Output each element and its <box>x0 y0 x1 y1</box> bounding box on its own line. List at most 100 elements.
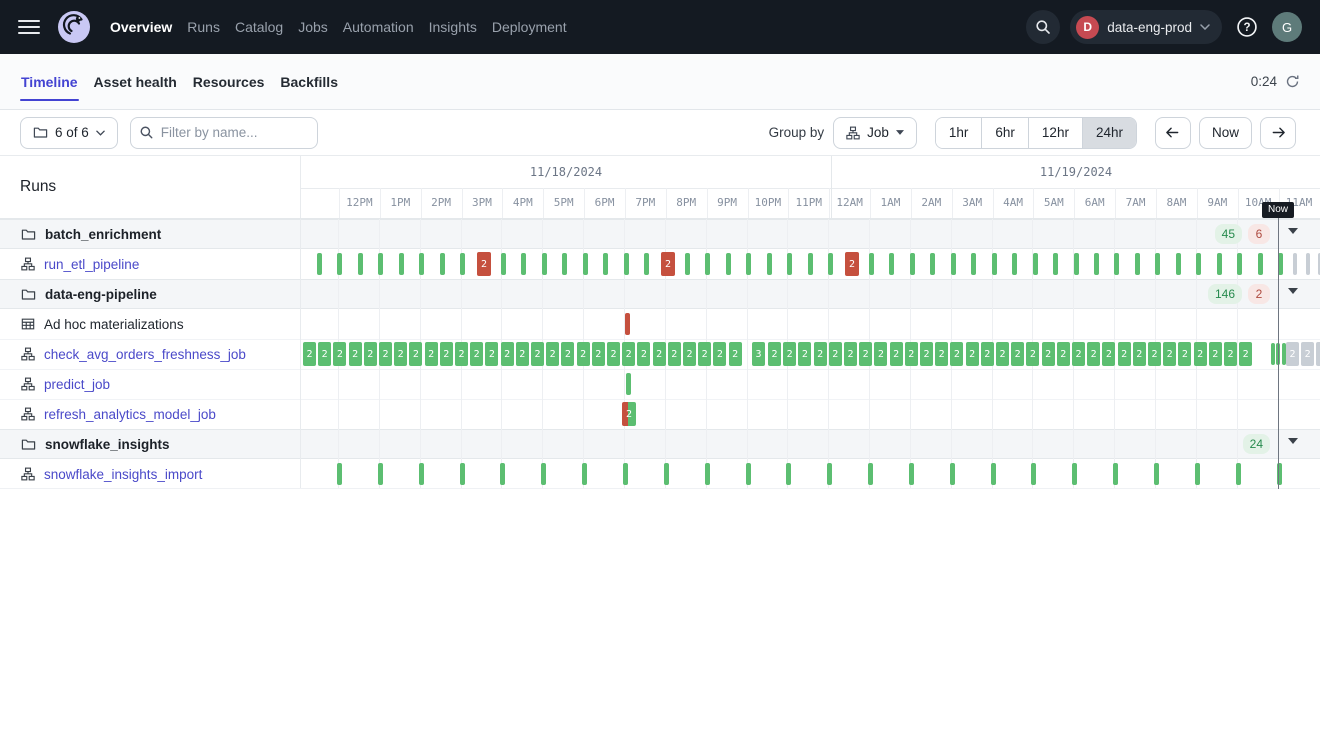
run-bar[interactable]: 2 <box>1011 342 1024 366</box>
run-bar[interactable] <box>399 253 404 275</box>
run-bar[interactable] <box>1031 463 1036 485</box>
run-bar[interactable]: 2 <box>1042 342 1055 366</box>
run-bar[interactable] <box>337 253 342 275</box>
run-bar[interactable]: 2 <box>1224 342 1237 366</box>
run-bar[interactable] <box>1196 253 1201 275</box>
run-bar[interactable]: 2 <box>729 342 742 366</box>
run-bar[interactable]: 2 <box>1301 342 1314 366</box>
dagster-logo-icon[interactable] <box>56 9 92 45</box>
run-bar[interactable] <box>378 463 383 485</box>
run-bar[interactable]: 2 <box>349 342 362 366</box>
run-bar[interactable] <box>705 253 710 275</box>
run-bar[interactable] <box>626 373 631 395</box>
run-bar[interactable] <box>1154 463 1159 485</box>
run-bar[interactable] <box>582 463 587 485</box>
run-bar[interactable] <box>500 463 505 485</box>
run-bar[interactable]: 2 <box>890 342 903 366</box>
tab-backfills[interactable]: Backfills <box>279 54 339 109</box>
run-bar[interactable]: 2 <box>859 342 872 366</box>
run-bar[interactable] <box>1012 253 1017 275</box>
run-bar[interactable] <box>808 253 813 275</box>
run-bar[interactable] <box>787 253 792 275</box>
menu-icon[interactable] <box>18 20 40 34</box>
run-bar[interactable] <box>624 253 629 275</box>
run-bar[interactable]: 2 <box>622 402 636 426</box>
run-bar[interactable]: 2 <box>1209 342 1222 366</box>
run-bar[interactable] <box>1072 463 1077 485</box>
run-bar[interactable] <box>1306 253 1310 275</box>
run-bar[interactable]: 2 <box>592 342 605 366</box>
nav-item-insights[interactable]: Insights <box>429 15 477 39</box>
run-bar[interactable]: 2 <box>996 342 1009 366</box>
range-1hr[interactable]: 1hr <box>936 118 982 148</box>
run-bar[interactable]: 2 <box>364 342 377 366</box>
refresh-icon[interactable] <box>1285 74 1300 89</box>
run-bar[interactable]: 2 <box>653 342 666 366</box>
run-bar[interactable]: 2 <box>577 342 590 366</box>
run-bar[interactable]: 2 <box>409 342 422 366</box>
run-bar[interactable]: 2 <box>966 342 979 366</box>
run-bar[interactable] <box>1237 253 1242 275</box>
user-avatar[interactable]: G <box>1272 12 1302 42</box>
run-bar[interactable] <box>460 463 465 485</box>
run-bar[interactable] <box>644 253 649 275</box>
help-button[interactable]: ? <box>1232 12 1262 42</box>
run-bar[interactable] <box>950 463 955 485</box>
run-bar[interactable] <box>1293 253 1297 275</box>
run-bar[interactable]: 3 <box>752 342 765 366</box>
run-bar[interactable] <box>1114 253 1119 275</box>
run-bar[interactable] <box>868 463 873 485</box>
run-bar[interactable] <box>1236 463 1241 485</box>
tab-timeline[interactable]: Timeline <box>20 54 79 109</box>
timeline-forward-button[interactable] <box>1260 117 1296 149</box>
run-bar[interactable]: 2 <box>768 342 781 366</box>
run-bar[interactable] <box>603 253 608 275</box>
run-bar[interactable]: 2 <box>318 342 331 366</box>
run-bar[interactable]: 2 <box>622 342 635 366</box>
run-bar[interactable] <box>317 253 322 275</box>
run-bar[interactable]: 2 <box>874 342 887 366</box>
run-bar[interactable]: 2 <box>1118 342 1131 366</box>
run-bar[interactable]: 2 <box>1102 342 1115 366</box>
run-bar[interactable] <box>521 253 526 275</box>
run-bar[interactable]: 2 <box>1026 342 1039 366</box>
run-bar[interactable]: 2 <box>935 342 948 366</box>
run-bar[interactable]: 2 <box>683 342 696 366</box>
run-bar[interactable]: 2 <box>814 342 827 366</box>
run-bar[interactable]: 2 <box>844 342 857 366</box>
run-bar[interactable]: 2 <box>394 342 407 366</box>
range-24hr[interactable]: 24hr <box>1082 118 1136 148</box>
run-bar[interactable] <box>337 463 342 485</box>
run-bar[interactable]: 2 <box>470 342 483 366</box>
run-bar[interactable] <box>930 253 935 275</box>
job-link[interactable]: snowflake_insights_import <box>44 467 202 482</box>
run-bar[interactable] <box>1113 463 1118 485</box>
run-bar[interactable] <box>1271 343 1275 365</box>
workspace-switcher[interactable]: D data-eng-prod <box>1070 10 1222 44</box>
run-bar[interactable]: 2 <box>1133 342 1146 366</box>
run-bar[interactable]: 2 <box>607 342 620 366</box>
run-bar[interactable] <box>541 463 546 485</box>
run-bar[interactable]: 2 <box>637 342 650 366</box>
run-bar[interactable]: 2 <box>698 342 711 366</box>
run-bar[interactable] <box>786 463 791 485</box>
run-bar[interactable]: 2 <box>661 252 675 276</box>
run-bar[interactable]: 2 <box>531 342 544 366</box>
run-bar[interactable]: 2 <box>1178 342 1191 366</box>
run-bar[interactable]: 2 <box>333 342 346 366</box>
run-bar[interactable]: 2 <box>561 342 574 366</box>
run-bar[interactable] <box>562 253 567 275</box>
run-bar[interactable]: 2 <box>905 342 918 366</box>
run-bar[interactable] <box>869 253 874 275</box>
run-bar[interactable]: 2 <box>440 342 453 366</box>
run-bar[interactable]: 2 <box>516 342 529 366</box>
run-bar[interactable] <box>1282 343 1286 365</box>
run-bar[interactable] <box>419 463 424 485</box>
run-bar[interactable]: 2 <box>920 342 933 366</box>
nav-item-runs[interactable]: Runs <box>187 15 220 39</box>
run-bar[interactable] <box>1094 253 1099 275</box>
run-bar[interactable]: 2 <box>455 342 468 366</box>
range-6hr[interactable]: 6hr <box>981 118 1028 148</box>
run-bar[interactable] <box>1135 253 1140 275</box>
run-bar[interactable] <box>623 463 628 485</box>
